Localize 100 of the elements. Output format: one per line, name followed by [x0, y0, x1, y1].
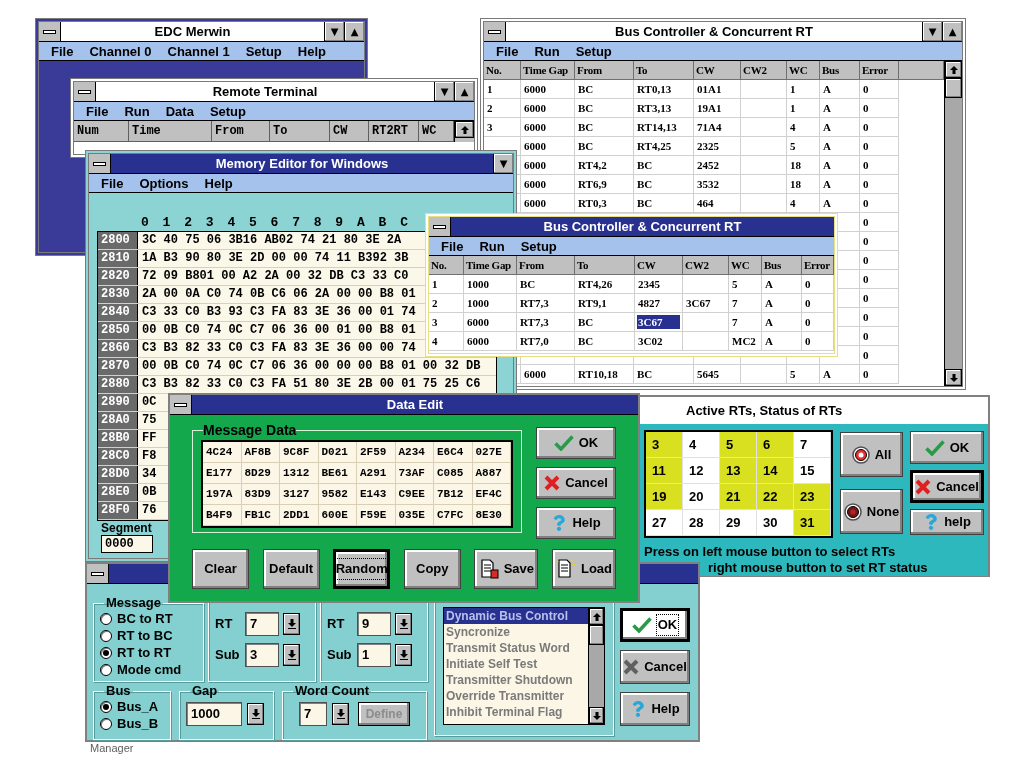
menu-item[interactable]: Help: [196, 174, 241, 192]
menu-item[interactable]: File: [43, 42, 82, 60]
rt-cell[interactable]: 6: [757, 432, 794, 458]
data-cell[interactable]: 3127: [280, 484, 319, 505]
value-field[interactable]: 1000: [186, 702, 242, 726]
data-cell[interactable]: BE61: [318, 463, 357, 484]
table-cell[interactable]: RT7,0: [517, 332, 575, 351]
menu-item[interactable]: Options: [131, 174, 197, 192]
table-cell[interactable]: A: [762, 313, 802, 332]
list-item[interactable]: Transmit Status Word: [444, 640, 588, 656]
menu-item[interactable]: Channel 0: [81, 42, 160, 60]
scroll-down-button[interactable]: [589, 707, 604, 724]
system-menu-button[interactable]: [170, 395, 192, 414]
data-cell[interactable]: 600E: [318, 505, 357, 526]
rt-cell[interactable]: 14: [757, 458, 794, 484]
table-cell[interactable]: 4827: [635, 294, 683, 313]
system-menu-button[interactable]: [484, 22, 506, 41]
table-cell[interactable]: MC2: [729, 332, 762, 351]
table-cell[interactable]: 0: [802, 294, 834, 313]
save-button[interactable]: Save: [474, 549, 539, 589]
table-cell[interactable]: BC: [575, 332, 635, 351]
system-menu-button[interactable]: [39, 22, 61, 41]
none-button[interactable]: None: [840, 489, 903, 534]
action-button[interactable]: Default: [262, 549, 320, 589]
menu-item[interactable]: Help: [289, 42, 334, 60]
menu-item[interactable]: Setup: [201, 102, 254, 120]
radio-button[interactable]: [100, 663, 112, 676]
table-cell[interactable]: 3: [429, 313, 464, 332]
table-cell[interactable]: 3C02: [635, 332, 683, 351]
window-control-button[interactable]: ▲: [344, 22, 364, 41]
cancel-button[interactable]: Cancel: [910, 470, 984, 503]
data-cell[interactable]: 4C24: [203, 442, 242, 463]
scroll-thumb[interactable]: [589, 625, 604, 645]
window-control-button[interactable]: ▲: [454, 82, 474, 101]
data-cell[interactable]: 1312: [280, 463, 319, 484]
list-item[interactable]: Override Transmitter: [444, 688, 588, 704]
table-cell[interactable]: 0: [802, 332, 834, 351]
data-cell[interactable]: EF4C: [472, 484, 511, 505]
window-control-button[interactable]: ▼: [434, 82, 454, 101]
rt-cell[interactable]: 13: [720, 458, 757, 484]
data-cell[interactable]: A291: [357, 463, 396, 484]
action-button[interactable]: Clear: [192, 549, 249, 589]
table-cell[interactable]: RT7,3: [517, 313, 575, 332]
table-cell[interactable]: 4: [429, 332, 464, 351]
data-cell[interactable]: 197A: [203, 484, 242, 505]
rt-cell[interactable]: 31: [794, 510, 831, 536]
rt-cell[interactable]: 15: [794, 458, 831, 484]
help-button[interactable]: help: [910, 509, 984, 535]
menu-item[interactable]: Setup: [567, 42, 620, 60]
menu-item[interactable]: File: [78, 102, 117, 120]
table-cell[interactable]: RT7,3: [517, 294, 575, 313]
cancel-button[interactable]: Cancel: [536, 467, 616, 499]
data-cell[interactable]: 027E: [472, 442, 511, 463]
scroll-up-button[interactable]: [945, 61, 962, 78]
table-cell[interactable]: RT4,26: [575, 275, 635, 294]
scrollbar[interactable]: [944, 61, 962, 386]
window-control-button[interactable]: ▼: [493, 154, 513, 173]
rt-cell[interactable]: 4: [683, 432, 720, 458]
table-cell[interactable]: 3C67: [683, 294, 729, 313]
menu-item[interactable]: Run: [116, 102, 158, 120]
menu-item[interactable]: Setup: [237, 42, 290, 60]
scroll-down-button[interactable]: [945, 369, 962, 386]
table-cell[interactable]: A: [762, 332, 802, 351]
scroll-up-button[interactable]: [455, 121, 474, 138]
data-cell[interactable]: 035E: [395, 505, 434, 526]
data-cell[interactable]: F59E: [357, 505, 396, 526]
window-control-button[interactable]: ▼: [324, 22, 344, 41]
data-cell[interactable]: D021: [318, 442, 357, 463]
menu-item[interactable]: Setup: [512, 237, 565, 255]
segment-field[interactable]: 0000: [101, 535, 153, 553]
menu-item[interactable]: File: [93, 174, 132, 192]
dropdown-button[interactable]: [395, 612, 412, 635]
ok-button[interactable]: OK: [910, 431, 984, 464]
table-cell[interactable]: 7: [729, 313, 762, 332]
table-cell[interactable]: A: [762, 294, 802, 313]
rt-cell[interactable]: 12: [683, 458, 720, 484]
table-cell[interactable]: 3C67: [635, 313, 683, 332]
system-menu-button[interactable]: [429, 217, 451, 236]
table-cell[interactable]: 2: [429, 294, 464, 313]
list-item[interactable]: Transmitter Shutdown: [444, 672, 588, 688]
list-item[interactable]: Dynamic Bus Control: [444, 608, 588, 624]
table-cell[interactable]: 7: [729, 294, 762, 313]
window-control-button[interactable]: ▲: [942, 22, 962, 41]
rt-cell[interactable]: 11: [646, 458, 683, 484]
list-item[interactable]: Inhibit Terminal Flag: [444, 704, 588, 720]
table-cell[interactable]: 0: [802, 313, 834, 332]
radio-button[interactable]: [100, 612, 112, 625]
list-item[interactable]: Initiate Self Test: [444, 656, 588, 672]
scroll-up-button[interactable]: [589, 608, 604, 625]
data-cell[interactable]: 8D29: [241, 463, 280, 484]
value-field[interactable]: 7: [245, 611, 279, 636]
data-cell[interactable]: E177: [203, 463, 242, 484]
menu-item[interactable]: Run: [471, 237, 513, 255]
rt-cell[interactable]: 7: [794, 432, 831, 458]
scrollbar[interactable]: [588, 608, 604, 724]
data-cell[interactable]: 8E30: [472, 505, 511, 526]
dropdown-button[interactable]: [283, 643, 300, 666]
rt-cell[interactable]: 5: [720, 432, 757, 458]
data-cell[interactable]: 2F59: [357, 442, 396, 463]
data-cell[interactable]: A887: [472, 463, 511, 484]
